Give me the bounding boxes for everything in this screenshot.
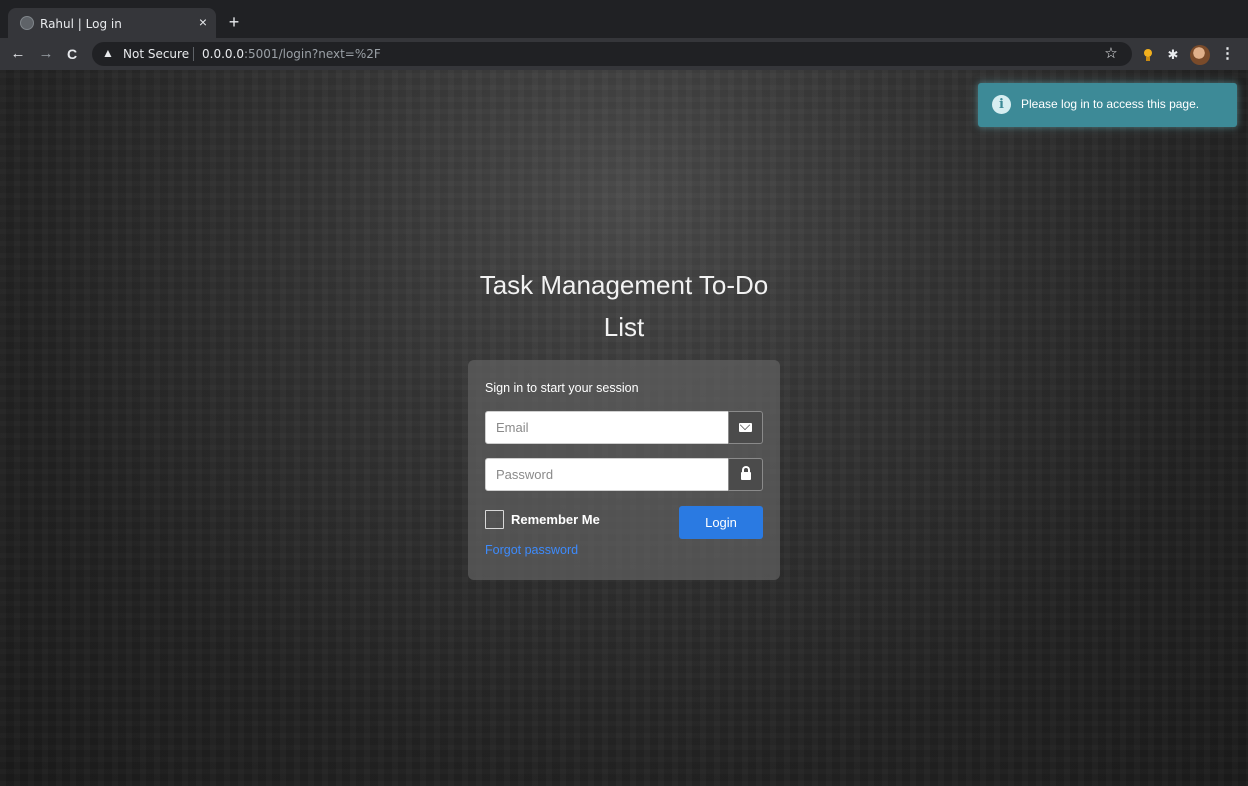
password-addon (728, 458, 763, 491)
star-icon[interactable]: ☆ (1102, 45, 1120, 63)
lock-icon (741, 466, 751, 480)
tab-title: Rahul | Log in (40, 17, 122, 31)
toast-message: Please log in to access this page. (1021, 97, 1200, 111)
security-label[interactable]: Not Secure (123, 47, 189, 61)
remember-me-label[interactable]: Remember Me (511, 512, 600, 527)
new-tab-icon[interactable]: + (224, 12, 244, 32)
page-title-line-1: Task Management To-Do (479, 270, 769, 300)
url-text[interactable]: 0.0.0.0:5001/login?next=%2F (202, 47, 381, 61)
email-input-group (485, 411, 763, 444)
warning-icon: ▲ (102, 46, 114, 60)
url-host: 0.0.0.0 (202, 47, 244, 61)
browser-tab[interactable]: Rahul | Log in × (8, 8, 216, 38)
info-icon: i (992, 95, 1011, 114)
reload-icon[interactable]: C (62, 44, 82, 64)
remember-me-checkbox[interactable] (485, 510, 504, 529)
email-addon (728, 411, 763, 444)
url-path: :5001/login?next=%2F (243, 47, 381, 61)
page-title: Task Management To-Do List (0, 264, 1248, 348)
envelope-icon (739, 423, 752, 432)
profile-avatar[interactable] (1190, 45, 1210, 65)
divider (193, 47, 194, 61)
back-icon[interactable]: ← (8, 44, 28, 64)
login-page: i Please log in to access this page. Tas… (0, 70, 1248, 786)
browser-tab-strip: Rahul | Log in × + (0, 0, 1248, 38)
password-field[interactable] (485, 458, 729, 491)
info-toast[interactable]: i Please log in to access this page. (978, 83, 1237, 127)
password-input-group (485, 458, 763, 491)
login-card: Sign in to start your session Remember M… (468, 360, 780, 580)
page-title-line-2: List (603, 312, 645, 342)
address-bar[interactable]: ▲ Not Secure 0.0.0.0:5001/login?next=%2F… (92, 42, 1132, 66)
close-tab-icon[interactable]: × (194, 13, 212, 31)
email-field[interactable] (485, 411, 729, 444)
globe-icon (20, 16, 34, 30)
forgot-password-link[interactable]: Forgot password (485, 543, 578, 557)
browser-toolbar: ← → C ▲ Not Secure 0.0.0.0:5001/login?ne… (0, 38, 1248, 70)
forward-icon[interactable]: → (36, 44, 56, 64)
puzzle-icon[interactable]: ✱ (1166, 48, 1180, 62)
menu-icon[interactable]: ⋮ (1220, 45, 1235, 63)
extension-icon[interactable] (1141, 48, 1155, 62)
login-box-message: Sign in to start your session (485, 381, 639, 395)
login-button[interactable]: Login (679, 506, 763, 539)
